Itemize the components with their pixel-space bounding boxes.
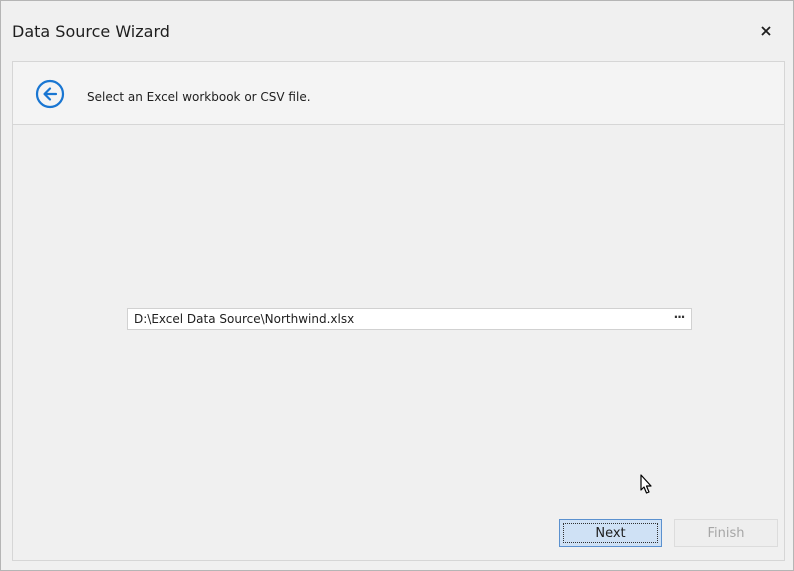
back-button[interactable]	[35, 79, 65, 109]
finish-button-label: Finish	[707, 525, 745, 541]
data-source-wizard-window: Data Source Wizard Select an Excel workb…	[0, 0, 794, 571]
close-icon	[761, 26, 771, 36]
browse-button[interactable]: ···	[669, 310, 689, 328]
wizard-page: Select an Excel workbook or CSV file. D:…	[12, 61, 785, 561]
finish-button[interactable]: Finish	[674, 519, 778, 547]
file-path-input[interactable]: D:\Excel Data Source\Northwind.xlsx ···	[127, 308, 692, 330]
wizard-instruction: Select an Excel workbook or CSV file.	[87, 90, 311, 104]
back-arrow-circle-icon	[35, 79, 65, 109]
window-title: Data Source Wizard	[12, 22, 170, 41]
close-button[interactable]	[753, 18, 779, 44]
file-path-value[interactable]: D:\Excel Data Source\Northwind.xlsx	[134, 312, 354, 326]
wizard-header: Select an Excel workbook or CSV file.	[13, 62, 784, 125]
next-button-label: Next	[595, 525, 626, 541]
next-button[interactable]: Next	[559, 519, 662, 547]
title-bar: Data Source Wizard	[1, 1, 793, 61]
